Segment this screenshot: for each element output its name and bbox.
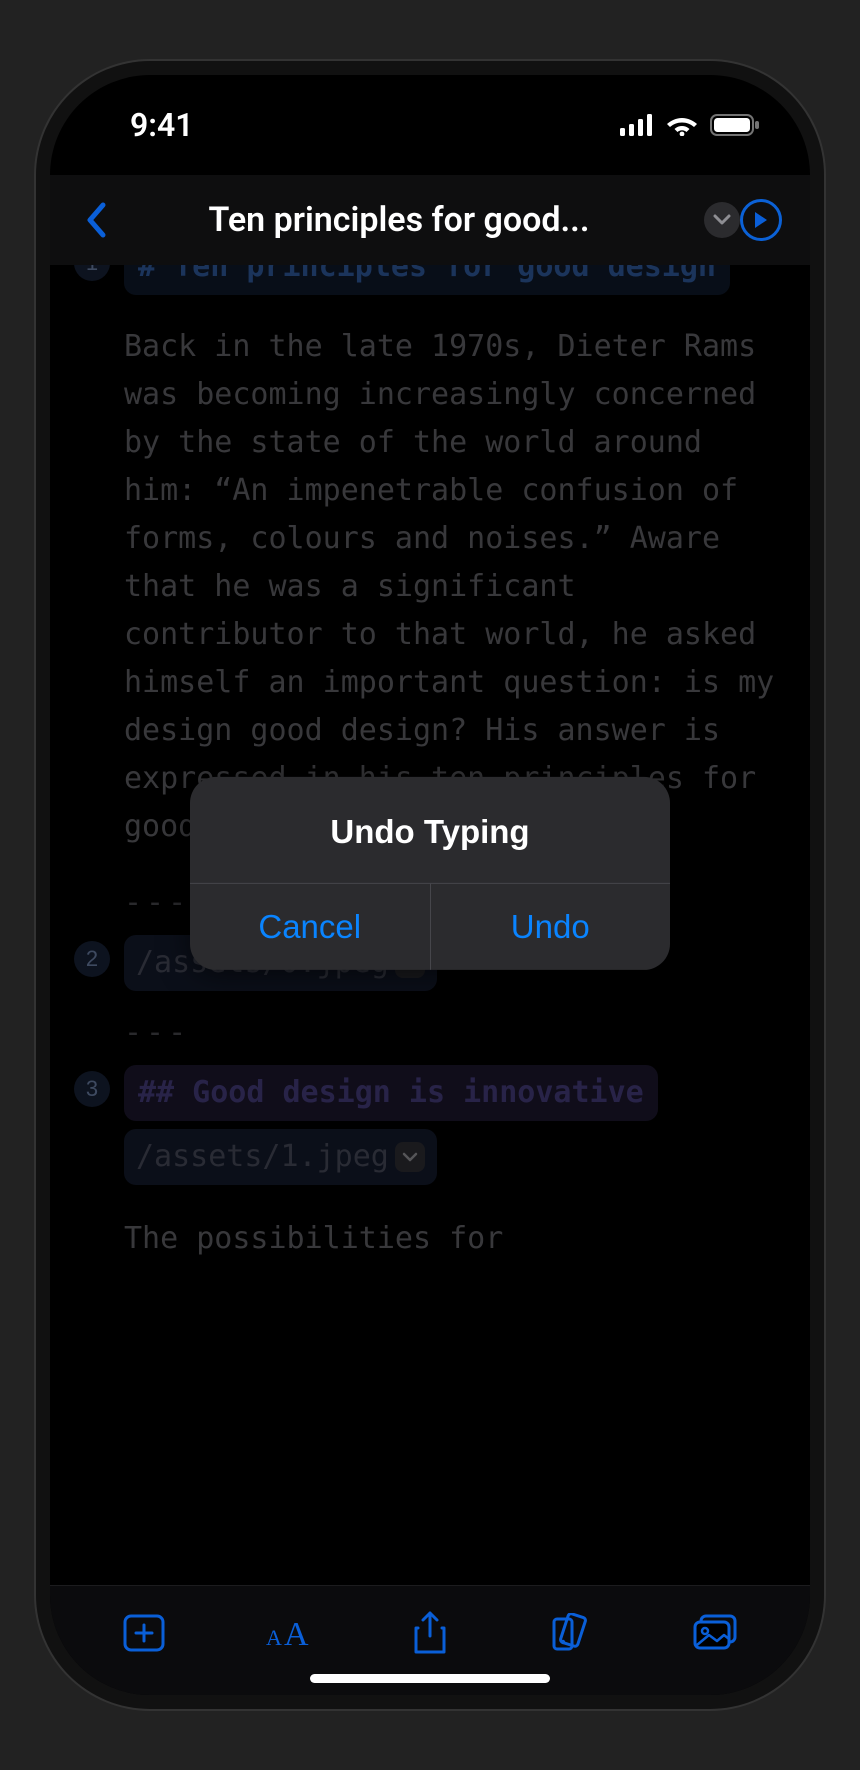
paragraph-text[interactable]: Back in the late 1970s, Dieter Rams was … bbox=[72, 323, 788, 851]
svg-text:A: A bbox=[284, 1616, 309, 1651]
text-size-icon: A A bbox=[262, 1615, 312, 1651]
asset-token[interactable]: /assets/1.jpeg bbox=[124, 1129, 437, 1185]
line-number: 1 bbox=[74, 265, 110, 281]
chevron-down-icon bbox=[713, 214, 731, 226]
alert-undo-button[interactable]: Undo bbox=[431, 884, 671, 970]
play-button[interactable] bbox=[740, 199, 782, 241]
title-dropdown-button[interactable] bbox=[704, 202, 740, 238]
battery-icon bbox=[710, 114, 760, 136]
share-icon bbox=[411, 1610, 449, 1656]
hr-token[interactable]: --- bbox=[72, 1009, 788, 1057]
phone-frame: 9:41 Ten pr bbox=[50, 75, 810, 1695]
heading-token[interactable]: ## Good design is innovative bbox=[124, 1065, 658, 1121]
play-icon bbox=[753, 211, 769, 229]
format-button[interactable]: A A bbox=[252, 1605, 322, 1661]
home-indicator[interactable] bbox=[310, 1674, 550, 1683]
heading-token[interactable]: # Ten principles for good design bbox=[124, 265, 730, 295]
line-number: 2 bbox=[74, 941, 110, 977]
cellular-icon bbox=[620, 114, 654, 136]
alert-title: Undo Typing bbox=[190, 777, 670, 883]
alert-cancel-button[interactable]: Cancel bbox=[190, 884, 431, 970]
photos-icon bbox=[692, 1613, 740, 1653]
asset-path: /assets/1.jpeg bbox=[136, 1133, 389, 1181]
paragraph-text[interactable]: The possibilities for bbox=[72, 1215, 788, 1263]
nav-header: Ten principles for good... bbox=[50, 175, 810, 265]
chevron-down-icon bbox=[402, 1152, 418, 1162]
line-number: 3 bbox=[74, 1071, 110, 1107]
share-button[interactable] bbox=[395, 1605, 465, 1661]
undo-alert: Undo Typing Cancel Undo bbox=[190, 777, 670, 970]
status-time: 9:41 bbox=[130, 106, 194, 144]
wifi-icon bbox=[666, 114, 698, 136]
status-indicators bbox=[620, 114, 760, 136]
asset-expand-button[interactable] bbox=[395, 1142, 425, 1172]
svg-text:A: A bbox=[266, 1625, 282, 1650]
theme-button[interactable] bbox=[538, 1605, 608, 1661]
swatch-icon bbox=[550, 1613, 596, 1653]
nav-title: Ten principles for good... bbox=[104, 200, 694, 240]
add-button[interactable] bbox=[109, 1605, 179, 1661]
status-bar: 9:41 bbox=[50, 75, 810, 175]
images-button[interactable] bbox=[681, 1605, 751, 1661]
add-box-icon bbox=[122, 1613, 166, 1653]
